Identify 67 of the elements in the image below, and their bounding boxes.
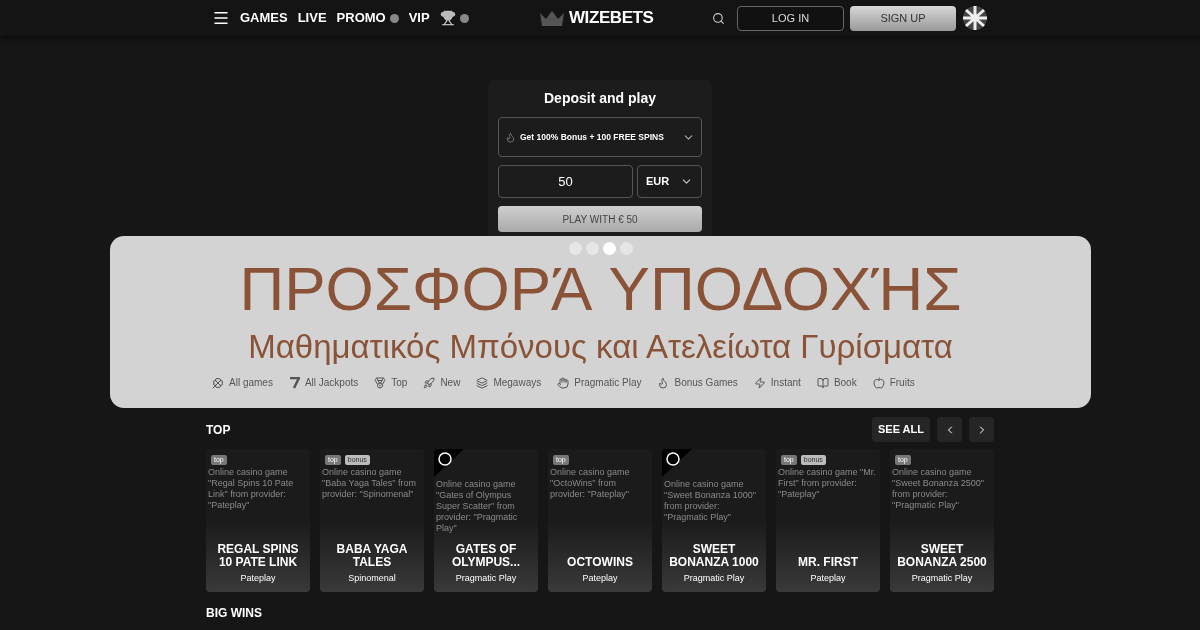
see-all-button[interactable]: SEE ALL [871, 417, 930, 442]
image-alt-text: Online casino game "Sweet Bonanza 1000" from provider: "Pragmatic Play" [663, 479, 757, 523]
image-alt-text: Online casino game "OctoWins" from provider: "Pateplay" [549, 467, 631, 500]
category-link[interactable]: All Jackpots [304, 375, 359, 390]
game-title: REGAL SPINS 10 PATE LINK [216, 542, 300, 569]
login-button[interactable]: LOG IN [737, 5, 844, 31]
search-icon[interactable] [712, 11, 725, 25]
nav-link[interactable]: VIP [408, 8, 430, 28]
bonus-icon [505, 131, 516, 143]
game-title: SWEET BONANZA 2500 [896, 542, 988, 569]
nav-link[interactable]: GAMES [240, 8, 288, 28]
game-title: MR. FIRST [798, 555, 858, 569]
category-link[interactable]: Bonus Games [674, 375, 738, 390]
clover-icon [212, 376, 224, 389]
crown-icon [538, 9, 566, 27]
banner-subtitle: Μαθηματικός Μπόνους και Ατελείωτα Γυρίσματα [248, 327, 953, 367]
nav-link[interactable]: LIVE [297, 8, 327, 28]
category-link[interactable]: New [440, 375, 461, 390]
game-provider: Pragmatic Play [911, 571, 973, 585]
card-title: Deposit and play [543, 89, 657, 108]
category-link[interactable]: All games [229, 375, 273, 390]
book-icon [816, 376, 829, 389]
category-link[interactable]: Fruits [889, 375, 915, 390]
game-provider: Spinomenal [348, 571, 396, 585]
image-alt-text: Online casino game "Gates of Olympus Super Scatter" from provider: "Pragmatic Play" [435, 479, 519, 534]
apple-icon [872, 376, 885, 389]
stack-icon [476, 376, 489, 389]
category-link[interactable]: Instant [770, 375, 801, 390]
nav-link[interactable]: PROMO [336, 8, 386, 28]
game-card[interactable]: Online casino game "Gates of Olympus Super Scatter" from provider: "Pragmatic Play" GATES OF OLYMPUS... Pragmatic Play [434, 449, 538, 592]
next-button[interactable] [969, 417, 994, 442]
bonus-select[interactable]: Get 100% Bonus + 100 FREE SPINS [498, 117, 702, 157]
seven-icon [288, 376, 300, 389]
game-title: SWEET BONANZA 1000 [668, 542, 760, 569]
image-alt-text: Online casino game "Baba Yaga Tales" from provider: "Spinomenal" [321, 467, 417, 500]
amount-field[interactable]: 50 [498, 165, 633, 198]
game-provider: Pateplay [810, 571, 846, 585]
signup-button[interactable]: SIGN UP [850, 5, 956, 31]
section-title: BIG WINS [206, 605, 263, 622]
trophy-icon[interactable] [439, 10, 456, 26]
currency-select[interactable]: EUR [637, 165, 702, 198]
logo-text[interactable]: WIZEBETS [569, 5, 654, 31]
banner-title: ΠΡΟΣΦΟΡΆ ΥΠΟΔΟΧΉΣ [239, 257, 962, 321]
game-provider: Pragmatic Play [455, 571, 517, 585]
play-button[interactable]: PLAY WITH € 50 [498, 206, 702, 232]
game-card[interactable]: Online casino game "Sweet Bonanza 1000" from provider: "Pragmatic Play" SWEET BONANZA 1000 Pragmatic Play [662, 449, 766, 592]
game-title: BABA YAGA TALES [335, 542, 409, 569]
rocket-icon [423, 376, 436, 389]
previous-button[interactable] [937, 417, 962, 442]
menu-icon[interactable] [212, 9, 230, 27]
game-provider: Pragmatic Play [683, 571, 745, 585]
image-alt-text: Online casino game "Regal Spins 10 Pate Link" from provider: "Pateplay" [207, 467, 295, 511]
section-title: TOP [206, 421, 231, 439]
flame-icon [657, 376, 670, 389]
bolt-icon [753, 376, 766, 389]
image-alt-text: Online casino game "Mr. First" from provider: "Pateplay" [777, 467, 877, 500]
image-alt-text: Online casino game "Sweet Bonanza 2500" from provider: "Pragmatic Play" [891, 467, 985, 511]
game-provider: Pateplay [582, 571, 618, 585]
category-link[interactable]: Pragmatic Play [574, 375, 642, 390]
hand-icon [557, 376, 570, 389]
game-title: GATES OF OLYMPUS... [450, 542, 522, 569]
category-link[interactable]: Megaways [493, 375, 542, 390]
category-link[interactable]: Top [391, 375, 408, 390]
medal-icon [374, 376, 387, 389]
game-title: OCTOWINS [567, 555, 633, 569]
game-provider: Pateplay [240, 571, 276, 585]
category-link[interactable]: Book [833, 375, 857, 390]
